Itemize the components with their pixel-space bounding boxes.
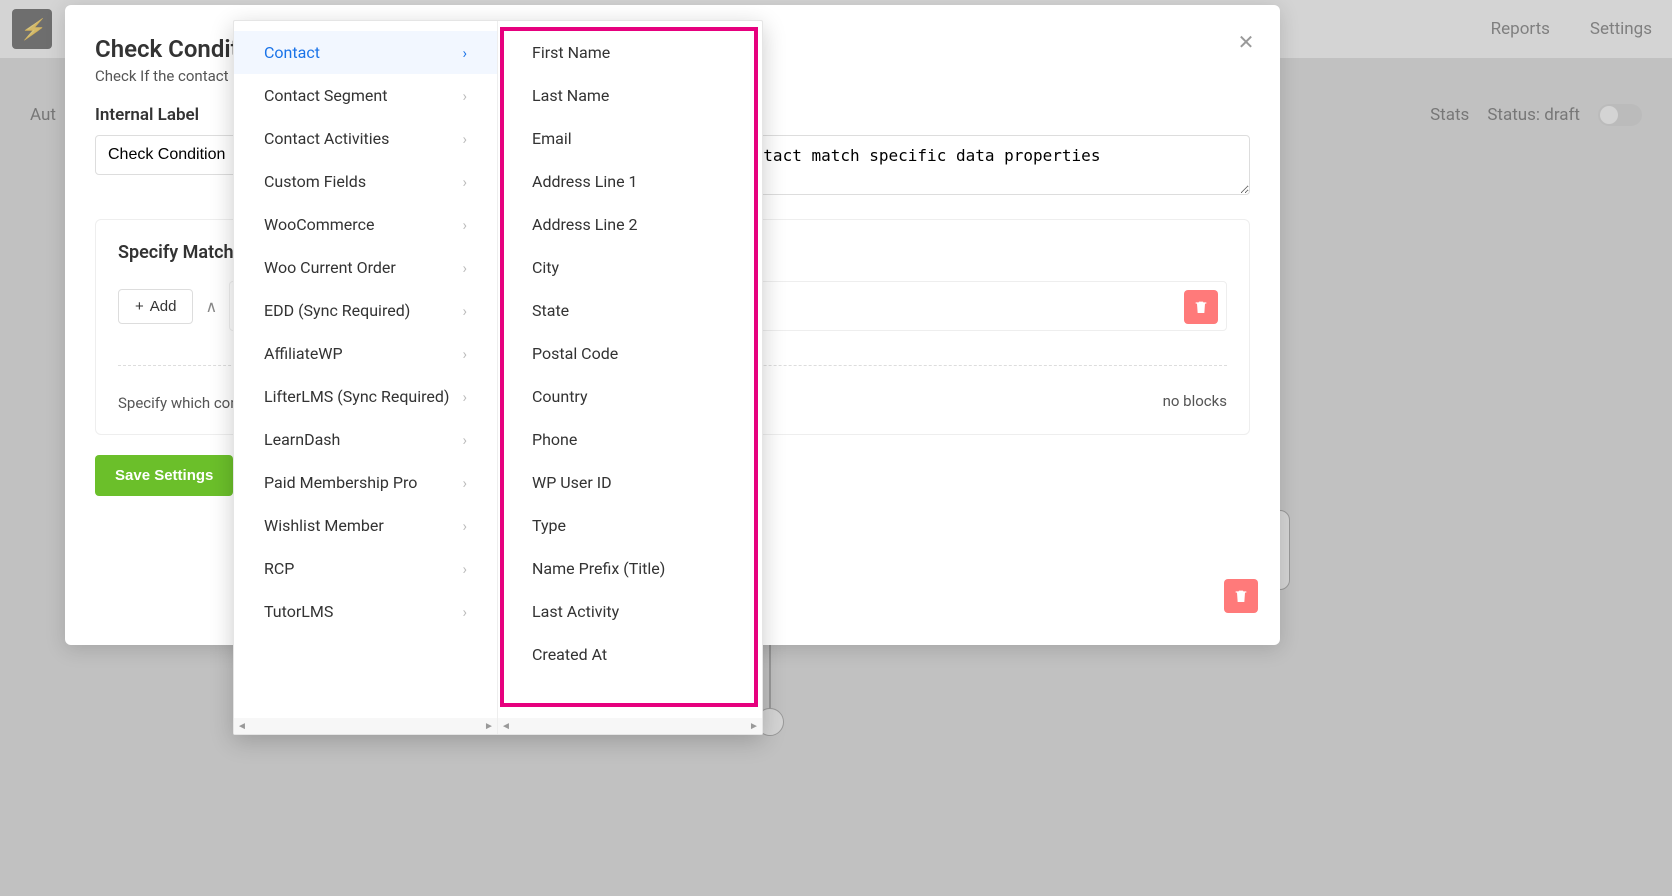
dropdown-category-item[interactable]: Contact Segment › [234, 74, 497, 117]
add-condition-button[interactable]: + Add [118, 289, 193, 324]
chevron-right-icon: › [462, 431, 467, 449]
chevron-right-icon: › [462, 560, 467, 578]
chevron-right-icon: › [462, 87, 467, 105]
dropdown-field-item[interactable]: Address Line 1 [498, 160, 762, 203]
dropdown-category-label: Contact Segment [264, 86, 387, 105]
trash-icon [1233, 588, 1249, 604]
dropdown-field-item[interactable]: Created At [498, 633, 762, 676]
dropdown-category-label: LifterLMS (Sync Required) [264, 387, 450, 406]
dropdown-category-item[interactable]: WooCommerce › [234, 203, 497, 246]
delete-block-button[interactable] [1224, 579, 1258, 613]
add-label: Add [150, 298, 177, 315]
horizontal-scrollbar-left[interactable]: ◄ ► [234, 718, 497, 734]
dropdown-category-item[interactable]: Contact › [234, 31, 497, 74]
dropdown-category-item[interactable]: AffiliateWP › [234, 332, 497, 375]
dropdown-category-item[interactable]: EDD (Sync Required) › [234, 289, 497, 332]
dropdown-category-label: Custom Fields [264, 172, 366, 191]
dropdown-category-label: Contact [264, 43, 320, 62]
no-blocks-text: no blocks [1163, 392, 1227, 410]
dropdown-category-item[interactable]: Paid Membership Pro › [234, 461, 497, 504]
dropdown-field-item[interactable]: Postal Code [498, 332, 762, 375]
chevron-right-icon: › [462, 44, 467, 62]
description-input[interactable] [693, 135, 1251, 195]
chevron-right-icon: › [462, 130, 467, 148]
description-heading: scription [693, 105, 1251, 125]
dropdown-category-item[interactable]: LearnDash › [234, 418, 497, 461]
dropdown-category-item[interactable]: Custom Fields › [234, 160, 497, 203]
dropdown-category-label: Paid Membership Pro [264, 473, 417, 492]
dropdown-category-item[interactable]: TutorLMS › [234, 590, 497, 633]
chevron-right-icon: › [462, 259, 467, 277]
dropdown-category-item[interactable]: Wishlist Member › [234, 504, 497, 547]
dropdown-category-label: AffiliateWP [264, 344, 343, 363]
dropdown-field-item[interactable]: Country [498, 375, 762, 418]
dropdown-field-item[interactable]: WP User ID [498, 461, 762, 504]
specify-text: Specify which con [118, 390, 239, 412]
chevron-right-icon: › [462, 474, 467, 492]
scroll-right-icon: ► [746, 721, 762, 732]
dropdown-field-item[interactable]: Last Activity [498, 590, 762, 633]
chevron-right-icon: › [462, 345, 467, 363]
dropdown-category-label: TutorLMS [264, 602, 333, 621]
dropdown-field-item[interactable]: Name Prefix (Title) [498, 547, 762, 590]
dropdown-categories-column: Contact›Contact Segment›Contact Activiti… [234, 21, 498, 734]
dropdown-category-label: WooCommerce [264, 215, 374, 234]
dropdown-field-item[interactable]: Last Name [498, 74, 762, 117]
scroll-left-icon: ◄ [234, 721, 250, 732]
dropdown-category-item[interactable]: RCP › [234, 547, 497, 590]
chevron-right-icon: › [462, 517, 467, 535]
chevron-right-icon: › [462, 173, 467, 191]
dropdown-field-item[interactable]: First Name [498, 31, 762, 74]
dropdown-field-item[interactable]: Type [498, 504, 762, 547]
scroll-left-icon: ◄ [498, 721, 514, 732]
dropdown-fields-column: First NameLast NameEmailAddress Line 1Ad… [498, 21, 762, 734]
dropdown-field-item[interactable]: State [498, 289, 762, 332]
dropdown-category-label: EDD (Sync Required) [264, 301, 410, 320]
dropdown-category-item[interactable]: LifterLMS (Sync Required) › [234, 375, 497, 418]
trash-icon [1193, 299, 1209, 315]
condition-dropdown: Contact›Contact Segment›Contact Activiti… [233, 20, 763, 735]
dropdown-field-item[interactable]: Email [498, 117, 762, 160]
dropdown-category-label: Wishlist Member [264, 516, 384, 535]
dropdown-field-item[interactable]: City [498, 246, 762, 289]
plus-icon: + [135, 298, 144, 315]
dropdown-field-item[interactable]: Address Line 2 [498, 203, 762, 246]
dropdown-category-label: Woo Current Order [264, 258, 396, 277]
chevron-right-icon: › [462, 388, 467, 406]
close-button[interactable]: ✕ [1234, 30, 1258, 54]
chevron-right-icon: › [462, 603, 467, 621]
save-settings-button[interactable]: Save Settings [95, 455, 233, 496]
dropdown-category-label: RCP [264, 559, 294, 578]
close-icon: ✕ [1238, 30, 1255, 54]
dropdown-category-item[interactable]: Woo Current Order › [234, 246, 497, 289]
horizontal-scrollbar-right[interactable]: ◄ ► [498, 718, 762, 734]
dropdown-category-label: LearnDash [264, 430, 340, 449]
delete-condition-button[interactable] [1184, 290, 1218, 324]
chevron-right-icon: › [462, 216, 467, 234]
chevron-right-icon: › [462, 302, 467, 320]
dropdown-field-item[interactable]: Phone [498, 418, 762, 461]
dropdown-category-label: Contact Activities [264, 129, 389, 148]
add-caret: ∧ [205, 297, 217, 316]
dropdown-category-item[interactable]: Contact Activities › [234, 117, 497, 160]
scroll-right-icon: ► [481, 721, 497, 732]
